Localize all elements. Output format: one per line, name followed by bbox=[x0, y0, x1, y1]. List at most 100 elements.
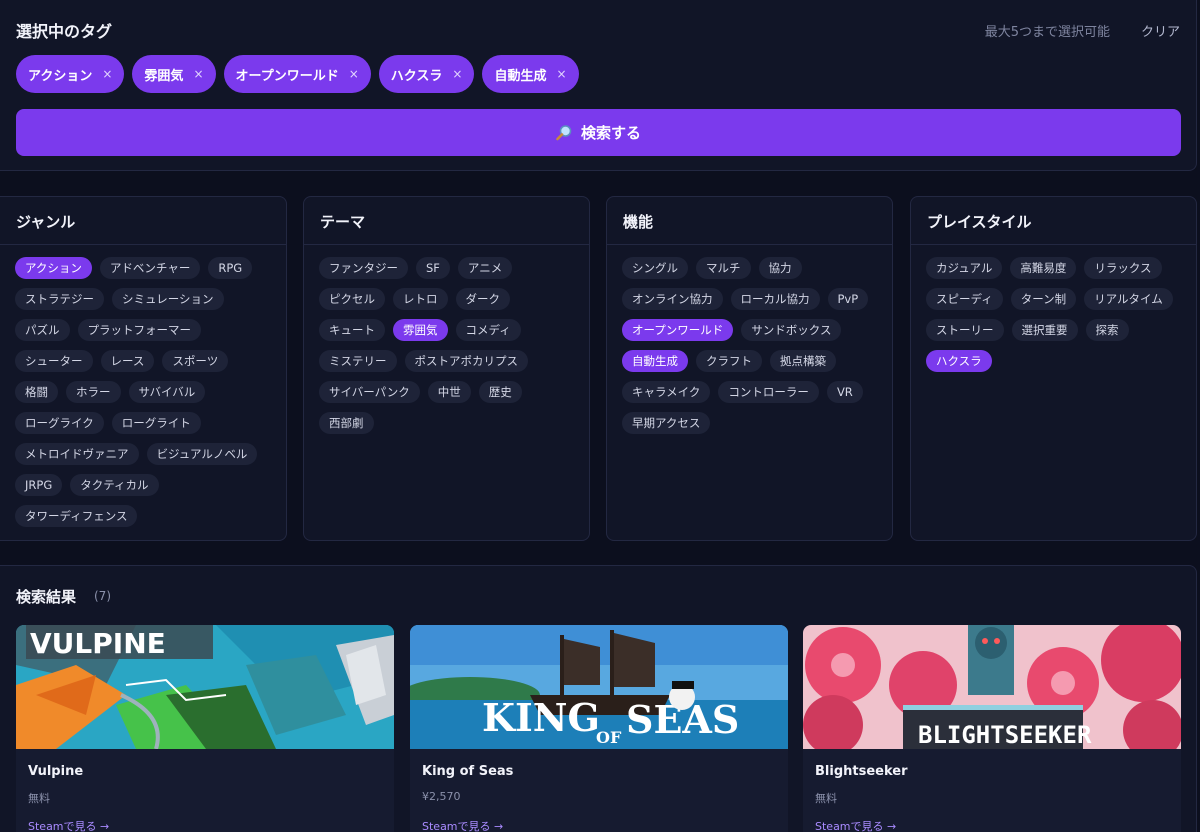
tag-button[interactable]: 歴史 bbox=[478, 381, 522, 403]
game-price: 無料 bbox=[815, 792, 837, 805]
tag-button[interactable]: コメディ bbox=[455, 319, 521, 341]
remove-tag-icon[interactable]: × bbox=[557, 67, 567, 81]
tag-button[interactable]: オンライン協力 bbox=[622, 288, 723, 310]
category-title: プレイスタイル bbox=[911, 197, 1196, 245]
vulpine-banner-text: VULPINE bbox=[30, 627, 166, 660]
tag-button[interactable]: ターン制 bbox=[1010, 288, 1077, 310]
tag-button[interactable]: リアルタイム bbox=[1084, 288, 1173, 310]
selected-tag-label: 自動生成 bbox=[494, 68, 547, 84]
game-title: Vulpine bbox=[28, 764, 84, 779]
game-card-blightseeker[interactable]: BLIGHTSEEKER Blightseeker 無料 Steamで見る → bbox=[803, 625, 1181, 832]
tag-button[interactable]: ローカル協力 bbox=[730, 288, 820, 310]
tag-button[interactable]: シングル bbox=[622, 257, 688, 279]
selected-tag-label: オープンワールド bbox=[235, 68, 339, 84]
tag-button[interactable]: 探索 bbox=[1085, 319, 1129, 341]
tag-button[interactable]: ビジュアルノベル bbox=[146, 443, 258, 465]
tag-button[interactable]: サバイバル bbox=[128, 381, 206, 403]
tag-button[interactable]: マルチ bbox=[696, 257, 751, 279]
tag-button[interactable]: 雰囲気 bbox=[393, 319, 448, 341]
tag-button[interactable]: アクション bbox=[15, 257, 92, 279]
game-card-vulpine[interactable]: VULPINE Vulpine 無料 Steamで見る → bbox=[16, 625, 394, 832]
tag-button[interactable]: キュート bbox=[319, 319, 385, 341]
tag-button[interactable]: ハクスラ bbox=[926, 350, 992, 372]
results-title: 検索結果 bbox=[16, 588, 77, 606]
tag-button[interactable]: SF bbox=[416, 257, 450, 279]
tag-button[interactable]: サンドボックス bbox=[741, 319, 842, 341]
tag-button[interactable]: スピーディ bbox=[926, 288, 1003, 310]
tag-button[interactable]: VR bbox=[826, 381, 863, 403]
selected-tag-chip[interactable]: 自動生成 × bbox=[482, 55, 579, 93]
tag-button[interactable]: 自動生成 bbox=[622, 350, 688, 372]
tag-button[interactable]: タクティカル bbox=[70, 474, 159, 496]
tag-button[interactable]: ローグライト bbox=[111, 412, 201, 434]
tag-button[interactable]: 早期アクセス bbox=[622, 412, 711, 434]
tag-button[interactable]: メトロイドヴァニア bbox=[15, 443, 139, 465]
game-title: King of Seas bbox=[422, 764, 514, 779]
game-thumbnail: BLIGHTSEEKER bbox=[803, 625, 1181, 749]
selected-tag-chip[interactable]: ハクスラ × bbox=[378, 55, 475, 93]
category-tag-list: アクション アドベンチャー RPG ストラテジー シミュレーションパズル プラットフォーマ… bbox=[0, 245, 286, 527]
tag-button[interactable]: 拠点構築 bbox=[770, 350, 836, 372]
tag-button[interactable]: コントローラー bbox=[718, 381, 819, 403]
steam-link[interactable]: Steamで見る → bbox=[422, 818, 503, 832]
game-card-king-of-seas[interactable]: KING OF SEAS King of Seas ¥2,570 Steamで見… bbox=[410, 625, 788, 832]
remove-tag-icon[interactable]: × bbox=[349, 67, 359, 81]
tag-button[interactable]: ダーク bbox=[455, 288, 510, 310]
tag-button[interactable]: サイバーパンク bbox=[319, 381, 420, 403]
tag-button[interactable]: ファンタジー bbox=[319, 257, 408, 279]
tag-button[interactable]: RPG bbox=[208, 257, 253, 279]
tag-button[interactable]: レース bbox=[100, 350, 155, 372]
tag-button[interactable]: ミステリー bbox=[319, 350, 397, 372]
remove-tag-icon[interactable]: × bbox=[102, 67, 112, 81]
search-results-panel: 検索結果 (7) VULPINE Vulpine 無料 Steamで見る → K… bbox=[0, 565, 1197, 832]
tag-button[interactable]: PvP bbox=[827, 288, 869, 310]
tag-button[interactable]: 高難易度 bbox=[1010, 257, 1077, 279]
tag-button[interactable]: ストーリー bbox=[926, 319, 1004, 341]
category-tag-list: シングル マルチ 協力オンライン協力 ローカル協力 PvP オープンワールド サンドボックス… bbox=[607, 245, 892, 434]
tag-button[interactable]: リラックス bbox=[1084, 257, 1162, 279]
tag-button[interactable]: ホラー bbox=[66, 381, 121, 403]
tag-button[interactable]: ピクセル bbox=[319, 288, 385, 310]
magnifier-icon bbox=[556, 124, 573, 141]
tag-button[interactable]: アドベンチャー bbox=[99, 257, 201, 279]
selected-tag-chip[interactable]: 雰囲気 × bbox=[132, 55, 216, 93]
category-tag-list: ファンタジー SF アニメピクセル レトロ ダークキュート 雰囲気 コメディミステリー ポスト… bbox=[304, 245, 589, 434]
category-panel-genre: ジャンル アクション アドベンチャー RPG ストラテジー シミュレーション パズル プラッ… bbox=[0, 196, 287, 541]
tag-button[interactable]: ストラテジー bbox=[15, 288, 104, 310]
tag-button[interactable]: 選択重要 bbox=[1011, 319, 1078, 341]
category-panel-playstyle: プレイスタイル カジュアル 高難易度 リラックススピーディ ターン制 リアルタイムストー… bbox=[910, 196, 1197, 541]
tag-button[interactable]: キャラメイク bbox=[622, 381, 711, 403]
tag-button[interactable]: シューター bbox=[15, 350, 93, 372]
tag-button[interactable]: レトロ bbox=[393, 288, 448, 310]
tag-button[interactable]: クラフト bbox=[696, 350, 762, 372]
game-price: 無料 bbox=[28, 792, 50, 805]
tag-button[interactable]: アニメ bbox=[457, 257, 513, 279]
tag-button[interactable]: パズル bbox=[15, 319, 70, 341]
tag-button[interactable]: オープンワールド bbox=[622, 319, 734, 341]
tag-button[interactable]: カジュアル bbox=[926, 257, 1003, 279]
tag-button[interactable]: シミュレーション bbox=[112, 288, 224, 310]
king-of-seas-banner-mid: OF bbox=[596, 728, 622, 747]
remove-tag-icon[interactable]: × bbox=[452, 67, 462, 81]
tag-button[interactable]: ローグライク bbox=[15, 412, 104, 434]
tag-button[interactable]: ポストアポカリプス bbox=[404, 350, 528, 372]
selected-tag-chip[interactable]: オープンワールド × bbox=[223, 55, 371, 93]
game-title: Blightseeker bbox=[815, 764, 908, 779]
tag-button[interactable]: JRPG bbox=[15, 474, 63, 496]
tag-button[interactable]: 格闘 bbox=[15, 381, 58, 403]
tag-button[interactable]: タワーディフェンス bbox=[15, 505, 138, 527]
clear-button[interactable]: クリア bbox=[1141, 21, 1180, 40]
selected-tag-chip[interactable]: アクション × bbox=[16, 55, 125, 93]
steam-link[interactable]: Steamで見る → bbox=[815, 818, 896, 832]
steam-link[interactable]: Steamで見る → bbox=[28, 818, 109, 832]
remove-tag-icon[interactable]: × bbox=[193, 67, 203, 81]
tag-button[interactable]: 協力 bbox=[758, 257, 802, 279]
category-title: 機能 bbox=[607, 197, 892, 245]
tag-button[interactable]: 中世 bbox=[427, 381, 471, 403]
blightseeker-banner-text: BLIGHTSEEKER bbox=[918, 721, 1092, 749]
tag-button[interactable]: プラットフォーマー bbox=[77, 319, 201, 341]
tag-button[interactable]: 西部劇 bbox=[319, 412, 374, 434]
tag-button[interactable]: スポーツ bbox=[162, 350, 229, 372]
search-button[interactable]: 検索する bbox=[16, 109, 1181, 156]
selected-tag-list: アクション × 雰囲気 × オープンワールド × ハクスラ × 自動生成 × bbox=[16, 55, 579, 93]
